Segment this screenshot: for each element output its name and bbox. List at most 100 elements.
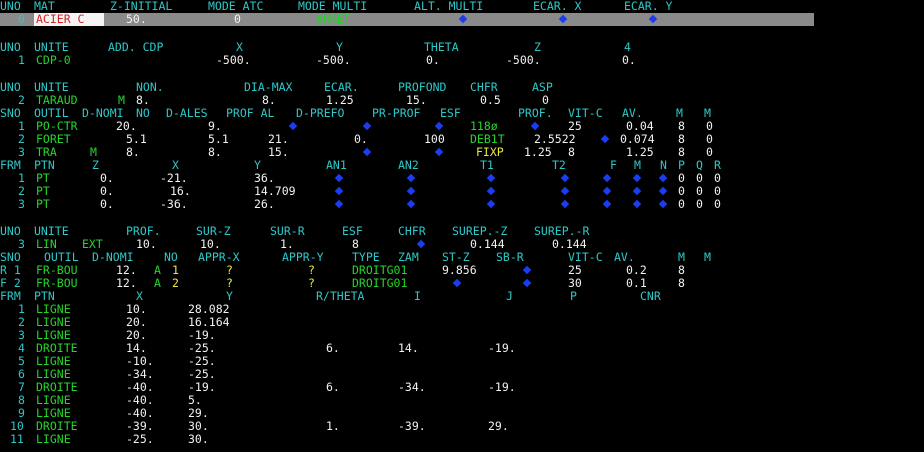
cell-y[interactable]: 26. [254, 198, 275, 211]
param-diamond-icon[interactable] [406, 199, 416, 209]
cell-z[interactable]: -500. [506, 54, 541, 67]
cell-j[interactable]: -19. [488, 342, 516, 355]
frm1-row[interactable]: 1 PT 0. -21. 36. 0 0 0 [0, 172, 924, 185]
cell-a[interactable]: A [154, 277, 161, 290]
cell-unite[interactable]: CDP-0 [36, 54, 71, 67]
cell-mat[interactable]: ACIER C [36, 13, 84, 26]
cell-x[interactable]: -25. [126, 433, 154, 446]
param-diamond-icon[interactable] [632, 199, 642, 209]
param-diamond-icon[interactable] [658, 173, 668, 183]
label-alt-multi: ALT. MULTI [414, 0, 484, 13]
vit-c-diamond-icon[interactable] [600, 134, 610, 144]
ecar-x-diamond-icon[interactable] [558, 14, 568, 24]
cell-m2[interactable]: 0 [706, 146, 713, 159]
frm2-row[interactable]: 11 LIGNE -25. 30. [0, 433, 924, 446]
param-diamond-icon[interactable] [560, 173, 570, 183]
cell-d-nomi[interactable]: 12. [116, 277, 137, 290]
label-m: M [634, 158, 641, 172]
cell-i[interactable]: -39. [398, 420, 426, 433]
tools1-row[interactable]: 3 TRA M 8. 8. 15. FIXP 1.25 8 1.25 8 0 [0, 146, 924, 159]
prof-al-diamond-icon[interactable] [288, 121, 298, 131]
param-diamond-icon[interactable] [658, 199, 668, 209]
cell-vit-c[interactable]: 8 [568, 146, 575, 159]
param-diamond-icon[interactable] [632, 173, 642, 183]
param-diamond-icon[interactable] [334, 199, 344, 209]
cell-i[interactable]: 14. [398, 342, 419, 355]
cell-r-theta[interactable]: 6. [326, 381, 340, 394]
param-diamond-icon[interactable] [334, 186, 344, 196]
cell-d-prefo[interactable]: 0. [354, 133, 368, 146]
cell-z[interactable]: 0. [100, 198, 114, 211]
cell-y[interactable]: 30. [188, 433, 209, 446]
param-diamond-icon[interactable] [602, 199, 612, 209]
param-diamond-icon[interactable] [658, 186, 668, 196]
label-p: P [570, 289, 577, 303]
tools2-row[interactable]: R 1 FR-BOU 12. A 1 ? ? DROITG01 9.856 25… [0, 264, 924, 277]
header1-row[interactable]: 0 ACIER C 50. 0 ARRET [0, 13, 924, 26]
frm1-row[interactable]: 2 PT 0. 16. 14.709 0 0 0 [0, 185, 924, 198]
param-diamond-icon[interactable] [602, 173, 612, 183]
cell-r[interactable]: 0 [714, 198, 721, 211]
prof-diamond-icon[interactable] [530, 121, 540, 131]
param-diamond-icon[interactable] [560, 186, 570, 196]
cell-d-ales[interactable]: 8. [208, 146, 222, 159]
label-r-theta: R/THETA [316, 289, 365, 303]
cell-prof[interactable]: 10. [136, 238, 157, 251]
param-diamond-icon[interactable] [406, 173, 416, 183]
cell-x[interactable]: -36. [160, 198, 188, 211]
cell-chfr[interactable]: 0.5 [480, 94, 501, 107]
cell-m[interactable]: 8 [678, 277, 685, 290]
cell-theta[interactable]: 0. [426, 54, 440, 67]
param-diamond-icon[interactable] [560, 199, 570, 209]
cell-d-nomi[interactable]: 8. [126, 146, 140, 159]
cell-mode-atc[interactable]: 0 [234, 13, 241, 26]
header2-row[interactable]: 1 CDP-0 -500. -500. 0. -500. 0. [0, 54, 924, 67]
label-t1: T1 [480, 158, 494, 172]
frm1-labels: FRM PTN Z X Y AN1 AN2 T1 T2 F M N P Q R [0, 159, 924, 172]
cell-ptn[interactable]: LIGNE [36, 433, 71, 446]
cell-prof[interactable]: 1.25 [524, 146, 552, 159]
cell-prof-al[interactable]: 15. [268, 146, 289, 159]
sb-r-diamond-icon[interactable] [522, 278, 532, 288]
cell-pr-prof[interactable]: 100 [424, 133, 445, 146]
cell-y[interactable]: -500. [316, 54, 351, 67]
label-an2: AN2 [398, 158, 419, 172]
cell-q[interactable]: 0 [696, 198, 703, 211]
cell-p[interactable]: 0 [678, 198, 685, 211]
cell-i[interactable]: -34. [398, 381, 426, 394]
d-prefo-diamond-icon[interactable] [362, 147, 372, 157]
param-diamond-icon[interactable] [632, 186, 642, 196]
cell-z-initial[interactable]: 50. [126, 13, 147, 26]
cell-r-theta[interactable]: 1. [326, 420, 340, 433]
frm1-row[interactable]: 3 PT 0. -36. 26. 0 0 0 [0, 198, 924, 211]
cell-ptn[interactable]: PT [36, 198, 50, 211]
label-esf: ESF [440, 106, 461, 120]
param-diamond-icon[interactable] [602, 186, 612, 196]
param-diamond-icon[interactable] [486, 173, 496, 183]
cell-mode-multi[interactable]: ARRET [316, 13, 351, 26]
cell-st-z[interactable]: 9.856 [442, 264, 477, 277]
pr-prof-diamond-icon[interactable] [434, 147, 444, 157]
cell-appr-y[interactable]: ? [308, 277, 315, 290]
param-diamond-icon[interactable] [486, 199, 496, 209]
pr-prof-diamond-icon[interactable] [434, 121, 444, 131]
chfr-diamond-icon[interactable] [416, 239, 426, 249]
cell-x[interactable]: -500. [216, 54, 251, 67]
cell-j[interactable]: 29. [488, 420, 509, 433]
label-m2: M [704, 250, 711, 264]
alt-multi-diamond-icon[interactable] [458, 14, 468, 24]
sb-r-diamond-icon[interactable] [522, 265, 532, 275]
param-diamond-icon[interactable] [486, 186, 496, 196]
st-z-diamond-icon[interactable] [452, 278, 462, 288]
label-d-ales: D-ALES [166, 106, 208, 120]
ecar-y-diamond-icon[interactable] [648, 14, 658, 24]
label-prof-al: PROF AL [226, 106, 275, 120]
cell-4[interactable]: 0. [622, 54, 636, 67]
cell-j[interactable]: -19. [488, 381, 516, 394]
d-prefo-diamond-icon[interactable] [362, 121, 372, 131]
param-diamond-icon[interactable] [334, 173, 344, 183]
cell-uno: 0 [18, 12, 25, 26]
cell-r-theta[interactable]: 6. [326, 342, 340, 355]
param-diamond-icon[interactable] [406, 186, 416, 196]
cell-no[interactable]: 2 [172, 277, 179, 290]
